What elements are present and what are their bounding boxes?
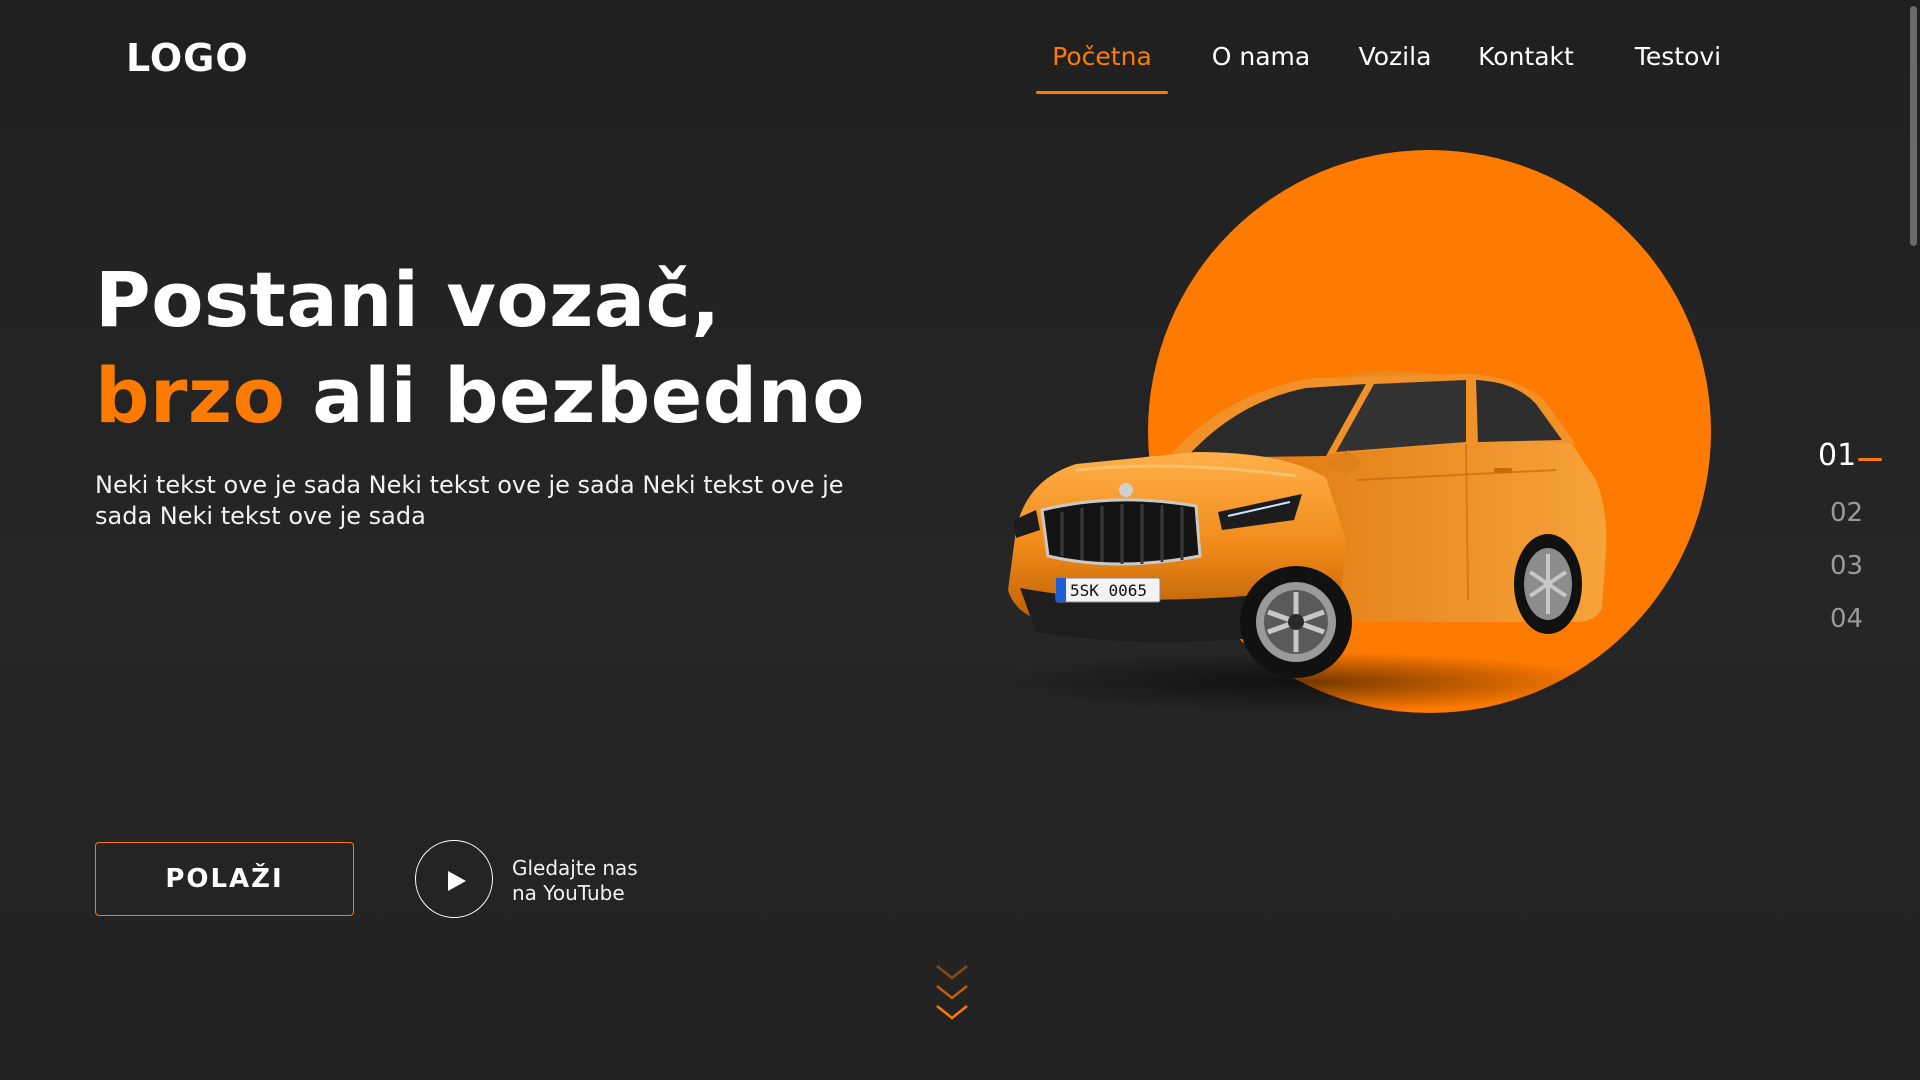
hero-title: Postani vozač, brzo ali bezbedno: [95, 252, 865, 444]
slide-number-04[interactable]: 04: [1830, 604, 1863, 634]
slide-active-indicator: [1858, 458, 1882, 461]
nav-item-kontakt[interactable]: Kontakt: [1476, 40, 1576, 94]
car-image: 5SK 0065: [996, 371, 1607, 712]
landing-page: LOGO Početna O nama Vozila Kontakt Testo…: [0, 0, 1920, 1080]
hero-description: Neki tekst ove je sada Neki tekst ove je…: [95, 471, 844, 530]
page-scrollbar[interactable]: [1906, 0, 1920, 1080]
scrollbar-thumb[interactable]: [1910, 6, 1917, 246]
hero-title-line1: Postani vozač,: [95, 255, 721, 344]
polazi-button[interactable]: POLAŽI: [95, 842, 354, 916]
nav-item-o-nama[interactable]: O nama: [1208, 40, 1314, 94]
youtube-play-button[interactable]: [415, 840, 493, 918]
youtube-text-line2: na YouTube: [512, 881, 625, 905]
slide-number-01[interactable]: 01: [1818, 438, 1856, 473]
hero-title-rest: ali bezbedno: [285, 351, 865, 440]
nav-item-testovi[interactable]: Testovi: [1628, 40, 1728, 94]
slide-number-02[interactable]: 02: [1830, 498, 1863, 528]
youtube-text-line1: Gledajte nas: [512, 856, 638, 880]
hero-title-line2: brzo ali bezbedno: [95, 348, 865, 444]
play-icon: [448, 871, 466, 891]
logo[interactable]: LOGO: [126, 36, 249, 80]
hero-title-accent: brzo: [95, 351, 286, 440]
license-plate: 5SK 0065: [1070, 581, 1147, 600]
nav-item-vozila[interactable]: Vozila: [1354, 40, 1436, 94]
nav-item-pocetna[interactable]: Početna: [1036, 40, 1168, 94]
slide-number-03[interactable]: 03: [1830, 551, 1863, 581]
youtube-link-text[interactable]: Gledajte nas na YouTube: [512, 856, 638, 906]
chevrons-down-icon[interactable]: [931, 962, 973, 1026]
